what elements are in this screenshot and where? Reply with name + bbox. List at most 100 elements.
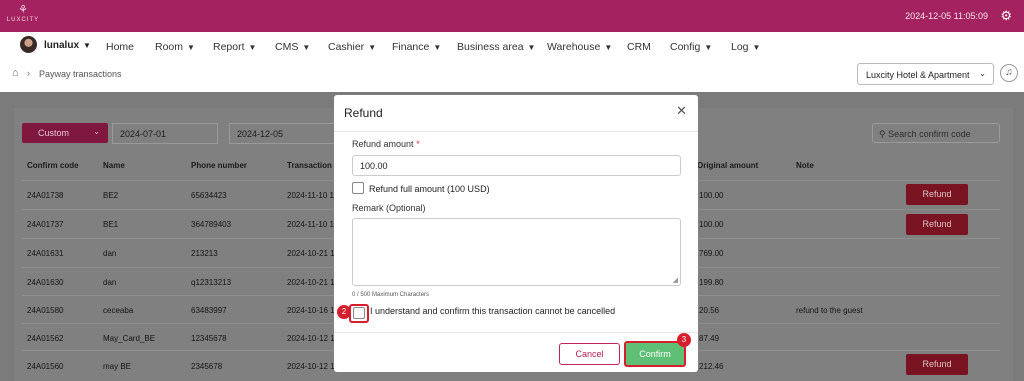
cell-original-amount: 87.49 — [699, 334, 720, 343]
cell-code: 24A01737 — [27, 220, 64, 229]
nav-cashier[interactable]: Cashier ▼ — [328, 41, 376, 53]
chevron-down-icon: ▼ — [187, 43, 195, 52]
refund-amount-label-text: Refund amount — [352, 139, 414, 149]
chevron-down-icon: ⌄ — [979, 69, 986, 78]
avatar[interactable] — [20, 36, 37, 53]
cell-phone: 65634423 — [191, 191, 227, 200]
refund-amount-input[interactable]: 100.00 — [352, 155, 681, 176]
chevron-down-icon: ⌄ — [93, 127, 100, 136]
chevron-down-icon: ▼ — [433, 43, 442, 52]
chevron-down-icon: ▼ — [83, 41, 91, 50]
nav-warehouse[interactable]: Warehouse ▼ — [547, 41, 612, 53]
gear-icon[interactable]: ⚙ — [1000, 8, 1012, 24]
cell-time: 2024-10-21 16 — [287, 278, 340, 287]
chevron-right-icon: › — [27, 68, 30, 78]
cell-time: 2024-10-12 14 — [287, 362, 340, 371]
refund-button[interactable]: Refund — [906, 184, 968, 205]
chevron-down-icon: ▼ — [302, 43, 311, 52]
nav-label: Business area — [457, 41, 524, 53]
nav-label: Report — [213, 41, 245, 53]
bell-icon[interactable]: ♫ — [1000, 64, 1018, 82]
cell-code: 24A01630 — [27, 278, 64, 287]
cell-code: 24A01580 — [27, 306, 64, 315]
cell-phone: 63483997 — [191, 306, 227, 315]
refund-button[interactable]: Refund — [906, 214, 968, 235]
cell-phone: 364789403 — [191, 220, 232, 229]
full-amount-checkbox[interactable] — [352, 182, 364, 194]
nav-config[interactable]: Config ▼ — [670, 41, 712, 53]
nav-room[interactable]: Room ▼ — [155, 41, 195, 53]
col-note: Note — [796, 161, 814, 170]
chevron-down-icon: ▼ — [527, 43, 536, 52]
cell-time: 2024-10-12 16 — [287, 334, 340, 343]
col-name: Name — [103, 161, 125, 170]
refund-button[interactable]: Refund — [906, 354, 968, 375]
nav-crm[interactable]: CRM — [627, 41, 651, 53]
cell-name: May_Card_BE — [103, 334, 156, 343]
cell-original-amount: 769.00 — [699, 249, 724, 258]
required-mark: * — [416, 139, 420, 149]
nav-cms[interactable]: CMS ▼ — [275, 41, 310, 53]
cell-name: ceceaba — [103, 306, 134, 315]
nav-label: Config — [670, 41, 701, 53]
logo-text: LUXCITY — [6, 17, 40, 23]
confirm-button[interactable]: Confirm — [624, 341, 686, 367]
chevron-down-icon: ▼ — [604, 43, 613, 52]
nav-label: Log — [731, 41, 749, 53]
end-date-input[interactable]: 2024-12-05 — [229, 123, 335, 144]
current-datetime: 2024-12-05 11:05:09 — [905, 11, 988, 21]
chevron-down-icon: ▼ — [248, 43, 257, 52]
nav-log[interactable]: Log ▼ — [731, 41, 760, 53]
cell-code: 24A01631 — [27, 249, 64, 258]
modal-header-divider — [334, 131, 698, 132]
cell-time: 2024-11-10 14 — [287, 191, 339, 200]
nav-label: Room — [155, 41, 184, 53]
cell-name: BE1 — [103, 220, 119, 229]
nav-report[interactable]: Report ▼ — [213, 41, 256, 53]
cell-time: 2024-10-21 16 — [287, 249, 340, 258]
col-original-amount: Original amount — [697, 161, 759, 170]
nav-label: Warehouse — [547, 41, 601, 53]
nav-business-area[interactable]: Business area ▼ — [457, 41, 535, 53]
chevron-down-icon: ▼ — [752, 43, 761, 52]
cell-note: refund to the guest — [796, 306, 863, 315]
cell-name: dan — [103, 249, 117, 258]
top-bar — [0, 0, 1024, 32]
col-confirm-code: Confirm code — [27, 161, 79, 170]
nav-label: CMS — [275, 41, 299, 53]
logo-mark: ⚘ — [18, 4, 28, 16]
col-transaction-time: Transaction Ti — [287, 161, 342, 170]
cell-name: BE2 — [103, 191, 119, 200]
nav-label: Home — [106, 41, 135, 53]
cell-time: 2024-11-10 14 — [287, 220, 339, 229]
nav-label: CRM — [627, 41, 651, 53]
cell-phone: 213213 — [191, 249, 218, 258]
chevron-down-icon: ▼ — [368, 43, 377, 52]
cell-name: dan — [103, 278, 117, 287]
confirm-irreversible-checkbox[interactable] — [353, 307, 365, 319]
close-icon[interactable]: ✕ — [676, 103, 687, 119]
user-menu[interactable]: lunalux ▼ — [44, 40, 91, 51]
cell-code: 24A01560 — [27, 362, 64, 371]
cell-phone: q12313213 — [191, 278, 232, 287]
refund-modal: Refund ✕ Refund amount * 100.00 Refund f… — [334, 95, 698, 372]
hotel-select-value: Luxcity Hotel & Apartment — [866, 70, 970, 80]
luxcity-logo[interactable]: ⚘ LUXCITY — [6, 4, 40, 24]
nav-label: Finance — [392, 41, 430, 53]
cell-name: may BE — [103, 362, 132, 371]
nav-home[interactable]: Home — [106, 41, 134, 53]
remark-textarea[interactable]: ◢ — [352, 218, 681, 286]
step-badge-3: 3 — [677, 333, 691, 347]
resize-grip-icon[interactable]: ◢ — [673, 276, 678, 284]
hotel-select[interactable]: Luxcity Hotel & Apartment ⌄ — [857, 63, 994, 85]
cell-original-amount: 199.80 — [699, 278, 724, 287]
start-date-input[interactable]: 2024-07-01 — [112, 123, 218, 144]
modal-footer-divider — [334, 332, 698, 333]
confirm-irreversible-label: I understand and confirm this transactio… — [370, 306, 616, 316]
search-icon: ⚲ — [879, 129, 886, 139]
cancel-button[interactable]: Cancel — [559, 343, 620, 365]
home-icon[interactable]: ⌂ — [12, 67, 19, 79]
search-input[interactable]: ⚲ Search confirm code — [872, 123, 1000, 143]
range-select[interactable]: Custom ⌄ — [22, 123, 108, 143]
nav-finance[interactable]: Finance ▼ — [392, 41, 441, 53]
